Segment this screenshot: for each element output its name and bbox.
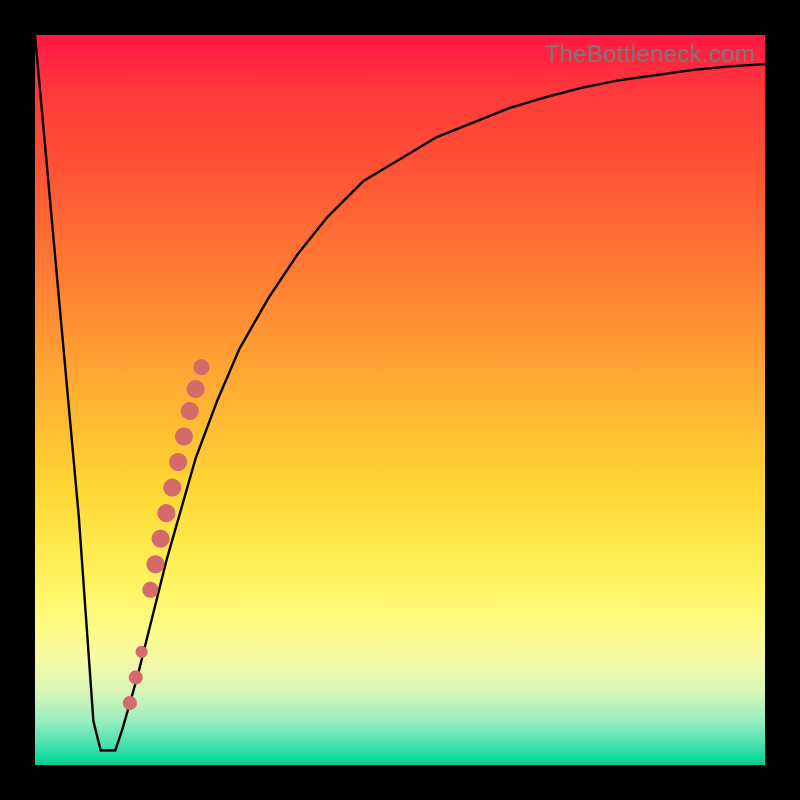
highlight-dot [169,453,187,471]
highlight-dot [136,646,148,658]
highlight-dot [152,530,170,548]
plot-area: TheBottleneck.com [35,35,765,765]
highlighted-dots-group [123,359,210,710]
highlight-dot [193,359,209,375]
highlight-dot [142,582,158,598]
highlight-dot [181,402,199,420]
bottleneck-curve [35,35,765,750]
highlight-dot [129,670,143,684]
highlight-dot [146,555,164,573]
curve-layer [35,35,765,765]
highlight-dot [187,380,205,398]
highlight-dot [163,479,181,497]
chart-frame: TheBottleneck.com [0,0,800,800]
highlight-dot [123,696,137,710]
highlight-dot [157,504,175,522]
highlight-dot [175,428,193,446]
